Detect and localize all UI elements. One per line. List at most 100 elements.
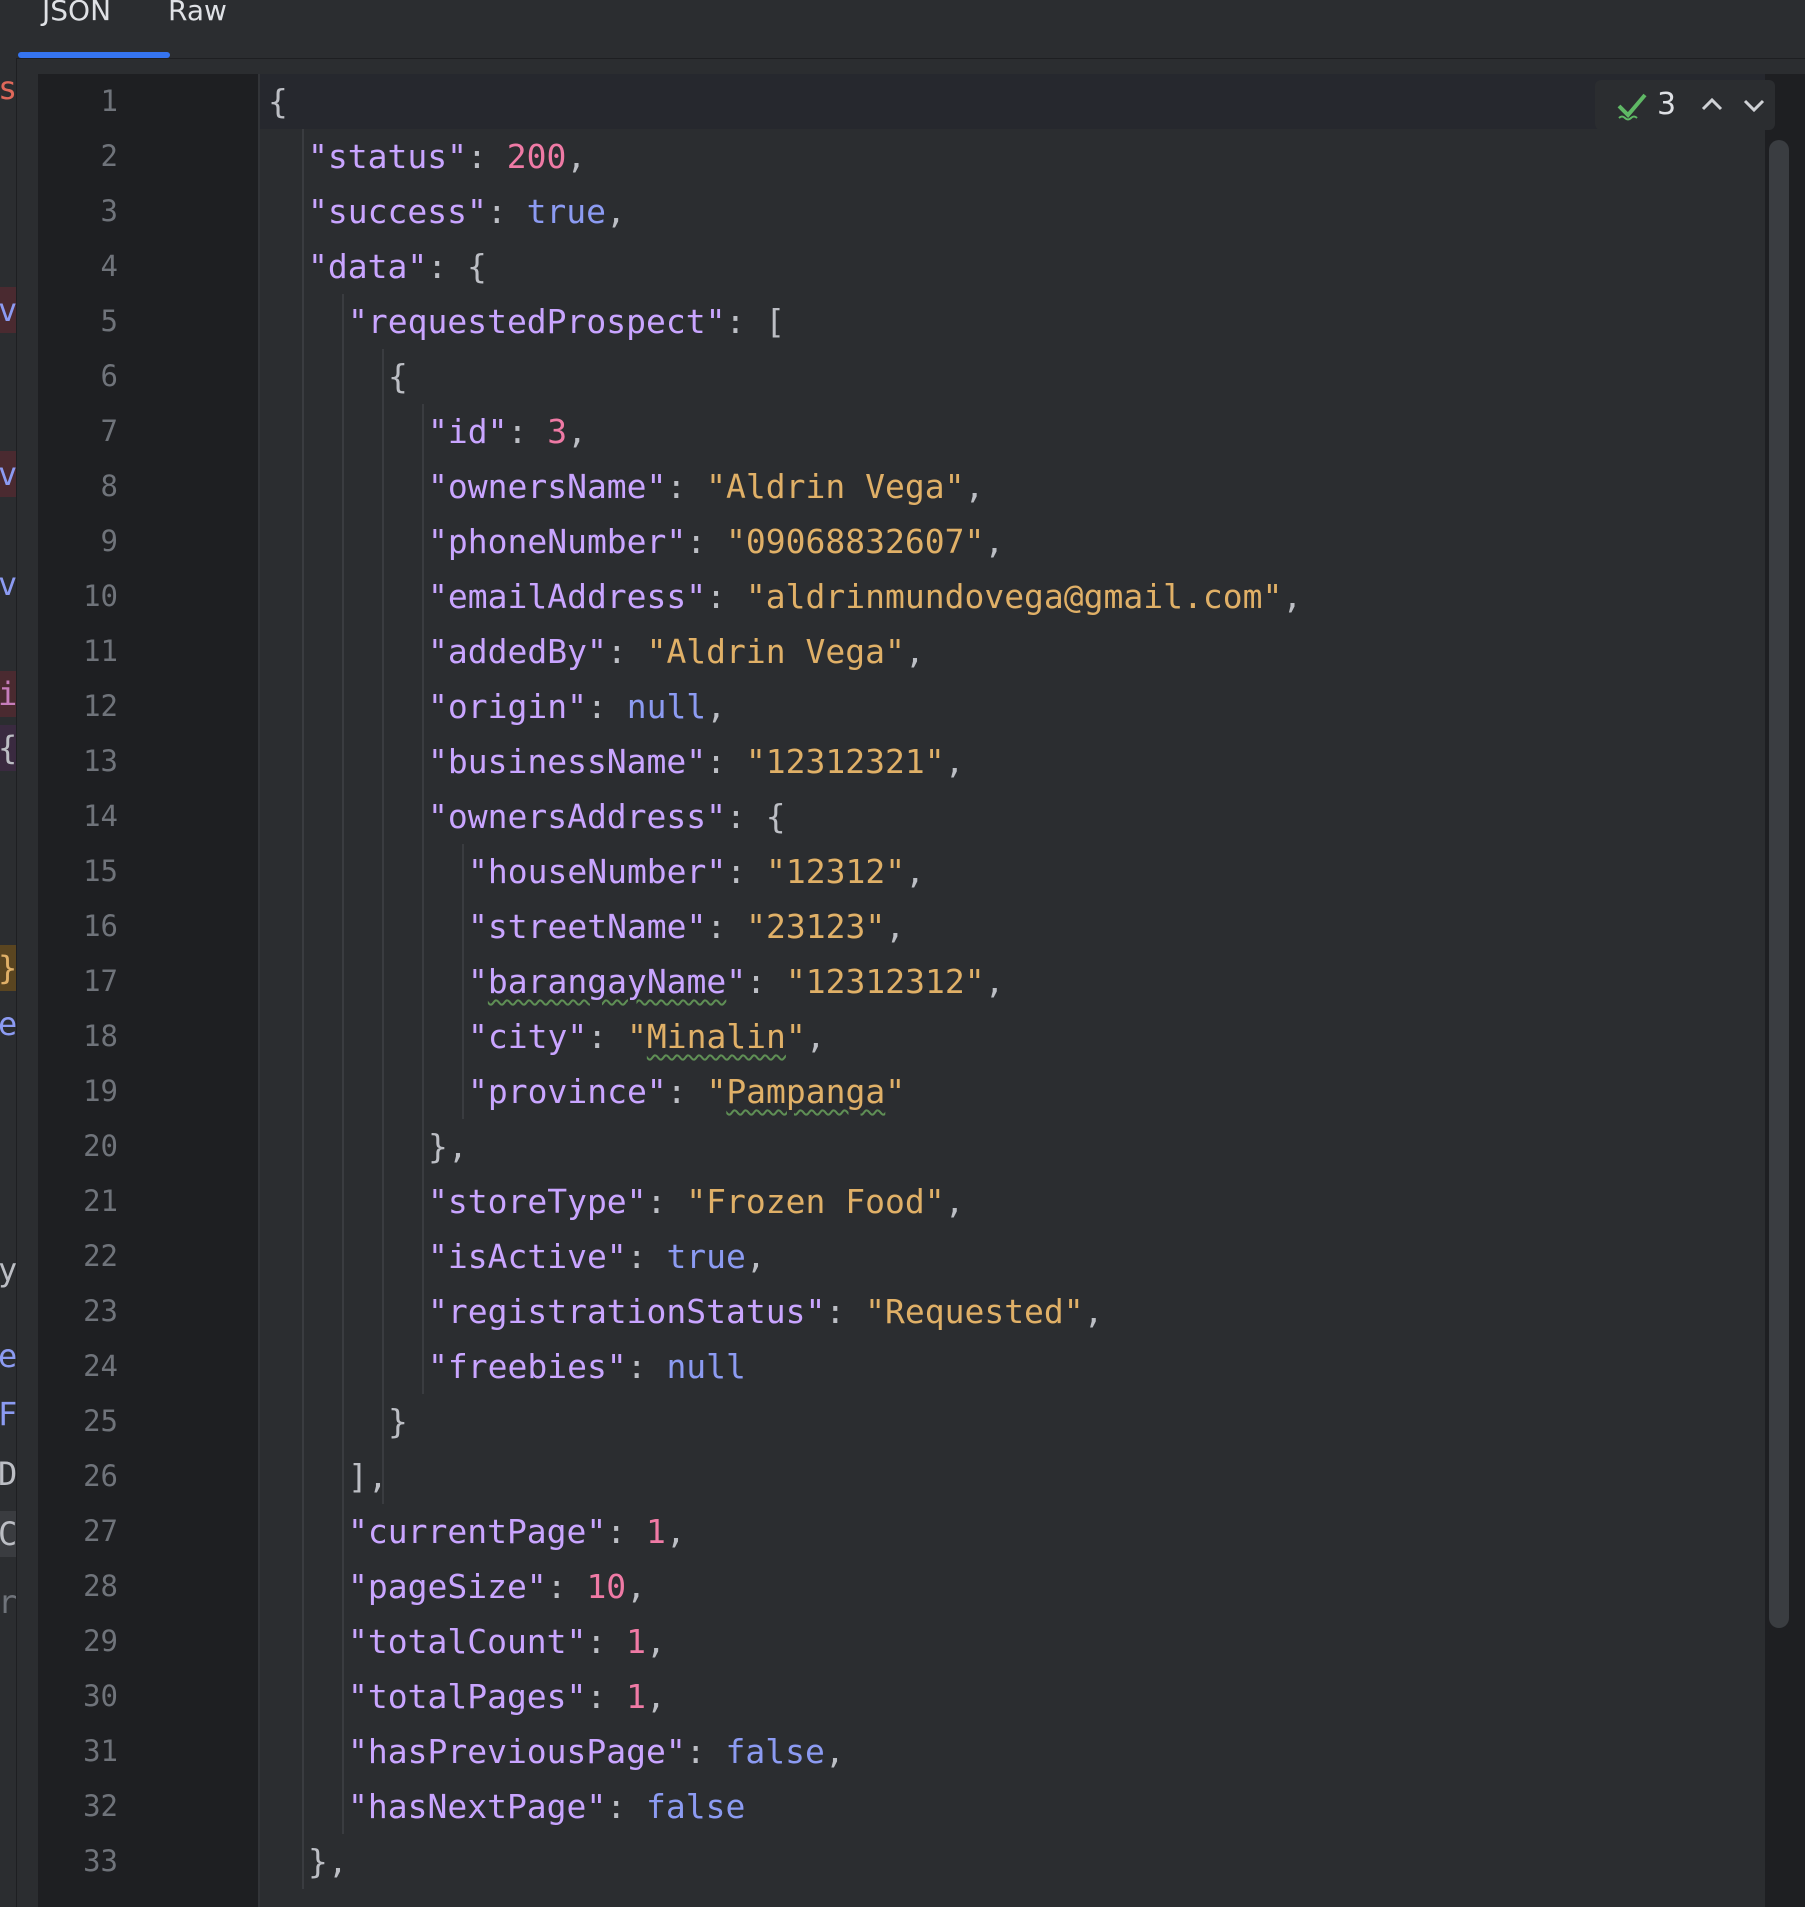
left-panel-fragment: v bbox=[0, 561, 16, 607]
code-line: "houseNumber": "12312", bbox=[468, 852, 925, 891]
line-number: 22 bbox=[83, 1239, 118, 1273]
json-value: true bbox=[666, 1237, 746, 1276]
line-number: 33 bbox=[83, 1844, 118, 1878]
line-number: 21 bbox=[83, 1184, 118, 1218]
active-tab-indicator bbox=[18, 52, 170, 58]
json-value: false bbox=[646, 1787, 746, 1826]
json-value: 200 bbox=[506, 137, 567, 176]
vertical-scrollbar[interactable] bbox=[1769, 140, 1789, 1628]
code-line: "hasPreviousPage": false, bbox=[348, 1732, 845, 1771]
code-line: "streetName": "23123", bbox=[468, 907, 906, 946]
line-number-gutter: 1 2 3 4 5 6 7 8 9 10 11 12 13 14 15 16 17 18 19 20 21 22 23 24 2… bbox=[38, 74, 260, 1907]
line-number: 15 bbox=[83, 854, 118, 888]
json-value: Requested bbox=[884, 1292, 1064, 1331]
json-value: Pampanga bbox=[726, 1072, 886, 1111]
left-panel-fragment: } bbox=[0, 945, 16, 991]
code-line: "success": true, bbox=[308, 192, 626, 231]
code-line: "businessName": "12312321", bbox=[428, 742, 965, 781]
line-number: 24 bbox=[83, 1349, 118, 1383]
chevron-down-icon[interactable] bbox=[1741, 80, 1767, 134]
line-number: 3 bbox=[100, 194, 118, 228]
inspection-widget[interactable]: 3 bbox=[1595, 80, 1775, 130]
line-number: 32 bbox=[83, 1789, 118, 1823]
left-panel-fragment: e bbox=[0, 1001, 16, 1047]
indent-guide bbox=[462, 844, 464, 1119]
json-editor[interactable]: 1 2 3 4 5 6 7 8 9 10 11 12 13 14 15 16 17 18 19 20 21 22 23 24 2… bbox=[38, 74, 1805, 1907]
current-line-highlight bbox=[260, 74, 1765, 129]
code-line: "barangayName": "12312312", bbox=[468, 962, 1005, 1001]
json-value: 12312 bbox=[785, 852, 886, 891]
left-panel-fragment: F bbox=[0, 1391, 16, 1437]
line-number: 29 bbox=[83, 1624, 118, 1658]
line-number: 13 bbox=[83, 744, 118, 778]
line-number: 28 bbox=[83, 1569, 118, 1603]
line-number: 14 bbox=[83, 799, 118, 833]
code-line: "totalPages": 1, bbox=[348, 1677, 666, 1716]
code-line: "pageSize": 10, bbox=[348, 1567, 647, 1606]
line-number: 12 bbox=[83, 689, 118, 723]
json-value: Frozen Food bbox=[706, 1182, 925, 1221]
line-number: 11 bbox=[83, 634, 118, 668]
inspection-count: 3 bbox=[1657, 87, 1677, 122]
left-panel-fragment: i bbox=[0, 671, 16, 717]
code-line: "hasNextPage": false bbox=[348, 1787, 746, 1826]
code-line: { bbox=[388, 357, 408, 396]
json-value: 1 bbox=[646, 1512, 666, 1551]
json-value: null bbox=[626, 687, 707, 726]
check-icon bbox=[1615, 80, 1649, 138]
line-number: 31 bbox=[83, 1734, 118, 1768]
json-value: 10 bbox=[586, 1567, 627, 1606]
json-value: Aldrin Vega bbox=[666, 632, 885, 671]
json-value: true bbox=[526, 192, 607, 231]
json-value: Minalin bbox=[646, 1017, 786, 1056]
code-line: "totalCount": 1, bbox=[348, 1622, 666, 1661]
line-number: 25 bbox=[83, 1404, 118, 1438]
left-panel-fragment: { bbox=[0, 725, 16, 771]
json-value: null bbox=[666, 1347, 746, 1386]
tab-json[interactable]: JSON bbox=[42, 0, 111, 36]
code-line: "currentPage": 1, bbox=[348, 1512, 686, 1551]
json-value: 23123 bbox=[766, 907, 866, 946]
line-number: 17 bbox=[83, 964, 118, 998]
line-number: 27 bbox=[83, 1514, 118, 1548]
code-line: "addedBy": "Aldrin Vega", bbox=[428, 632, 925, 671]
code-line: "emailAddress": "aldrinmundovega@gmail.c… bbox=[428, 577, 1303, 616]
line-number: 23 bbox=[83, 1294, 118, 1328]
left-panel-fragment: e bbox=[0, 1333, 16, 1379]
json-value: 12312321 bbox=[765, 742, 925, 781]
tab-raw[interactable]: Raw bbox=[168, 0, 227, 36]
line-number: 16 bbox=[83, 909, 118, 943]
indent-guide bbox=[342, 294, 344, 1834]
line-number: 9 bbox=[100, 524, 118, 558]
left-panel-fragment: y bbox=[0, 1247, 16, 1293]
left-panel-strip: svvvi{}eyeFDaCre bbox=[0, 0, 17, 1907]
code-area[interactable]: {"status": 200, "success": true, "data": {… bbox=[260, 74, 1765, 1907]
left-panel-fragment: v bbox=[0, 287, 16, 333]
code-line: "province": "Pampanga" bbox=[468, 1072, 906, 1111]
left-panel-fragment: re bbox=[0, 1579, 16, 1625]
json-value: 3 bbox=[547, 412, 568, 451]
line-number: 19 bbox=[83, 1074, 118, 1108]
json-value: 1 bbox=[626, 1622, 647, 1661]
json-value: aldrinmundovega@gmail.com bbox=[765, 577, 1263, 616]
left-panel-fragment: v bbox=[0, 451, 16, 497]
code-line: "freebies": null bbox=[428, 1347, 746, 1386]
code-line: "registrationStatus": "Requested", bbox=[428, 1292, 1104, 1331]
left-panel-fragment: C bbox=[0, 1511, 16, 1557]
line-number: 26 bbox=[83, 1459, 118, 1493]
code-line: }, bbox=[428, 1127, 468, 1166]
line-number: 2 bbox=[100, 139, 118, 173]
code-line: "data": { bbox=[308, 247, 487, 286]
code-line: }, bbox=[308, 1842, 348, 1881]
left-panel-fragment: s bbox=[0, 65, 16, 111]
line-number: 7 bbox=[100, 414, 118, 448]
line-number: 20 bbox=[83, 1129, 118, 1163]
line-number: 30 bbox=[83, 1679, 118, 1713]
indent-guide bbox=[382, 349, 384, 1504]
json-value: 09068832607 bbox=[745, 522, 965, 561]
code-line: "city": "Minalin", bbox=[468, 1017, 826, 1056]
json-value: false bbox=[725, 1732, 825, 1771]
chevron-up-icon[interactable] bbox=[1699, 80, 1725, 134]
tab-bar: JSON Raw bbox=[16, 0, 1805, 59]
json-value: Aldrin Vega bbox=[726, 467, 945, 506]
